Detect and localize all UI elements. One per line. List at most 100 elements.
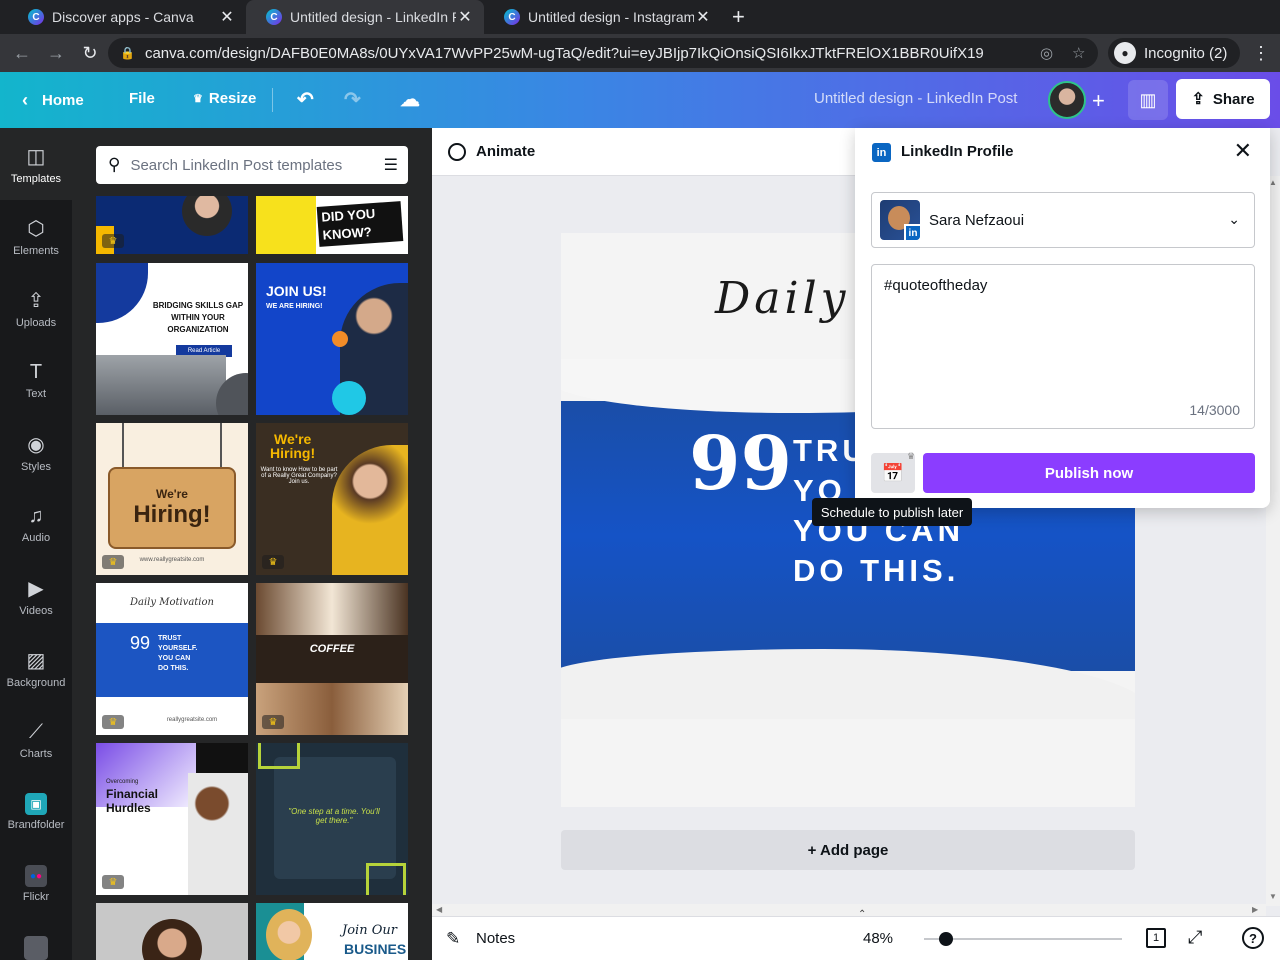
search-placeholder: Search LinkedIn Post templates (130, 156, 343, 174)
resize-button[interactable]: ♛ Resize (193, 90, 256, 107)
template-thumbnail[interactable]: Join Our BUSINES (256, 903, 408, 960)
rail-item-templates[interactable]: ◫ Templates (0, 128, 72, 200)
rope (220, 423, 222, 473)
account-name: Sara Nefzaoui (929, 211, 1025, 229)
template-text: BRIDGING SKILLS GAP (152, 301, 244, 310)
cloud-saved-icon[interactable]: ☁ (400, 87, 420, 112)
scroll-right-icon[interactable]: ▶ (1252, 905, 1258, 914)
template-thumbnail[interactable]: JOIN US! WE ARE HIRING! (256, 263, 408, 415)
file-menu-button[interactable]: File (129, 90, 155, 107)
scroll-left-icon[interactable]: ◀ (436, 905, 442, 914)
insights-chart-icon[interactable]: ▥ (1128, 80, 1168, 120)
fullscreen-icon[interactable]: ⤢ (1188, 927, 1202, 948)
browser-menu-icon[interactable]: ⋮ (1252, 43, 1270, 64)
browser-tab[interactable]: C Untitled design - Instagram ✕ (484, 0, 722, 34)
animate-button[interactable]: Animate (476, 143, 535, 160)
lime-bracket (366, 863, 406, 895)
brandfolder-icon: ▣ (25, 793, 47, 815)
bottom-bar: ✎ Notes ⌃ 48% 1 ⤢ ? (432, 909, 1280, 960)
scroll-down-icon[interactable]: ▼ (1269, 892, 1277, 901)
rail-item-brandfolder[interactable]: ▣ Brandfolder (0, 776, 72, 848)
filter-icon[interactable]: ☰ (384, 155, 398, 175)
rail-label: Uploads (15, 316, 57, 329)
scroll-up-icon[interactable]: ▲ (1269, 178, 1277, 187)
post-message-textarea[interactable]: #quoteoftheday 14/3000 (871, 264, 1255, 429)
url-text: canva.com/design/DAFB0E0MA8s/0UYxVA17WvP… (144, 44, 984, 62)
add-page-button[interactable]: + Add page (561, 830, 1135, 870)
notes-button[interactable]: Notes (476, 930, 515, 947)
linkedin-publish-panel: in LinkedIn Profile ✕ in Sara Nefzaoui ⌄… (855, 128, 1270, 508)
horizontal-scrollbar[interactable]: ◀ ▶ (432, 904, 1266, 916)
premium-crown-icon: ♛ (102, 234, 124, 248)
back-icon[interactable]: ← (6, 37, 38, 69)
template-thumbnail[interactable]: We're Hiring! www.reallygreatsite.com ♛ (96, 423, 248, 575)
rail-item-charts[interactable]: ⟋ Charts (0, 704, 72, 776)
add-collaborator-icon[interactable]: + (1092, 88, 1105, 114)
template-thumbnail[interactable]: DID YOU KNOW? (256, 196, 408, 254)
coffee-photo (256, 583, 408, 635)
rail-item-text[interactable]: T Text (0, 344, 72, 416)
template-thumbnail[interactable] (96, 903, 248, 960)
rail-item-audio[interactable]: ♫ Audio (0, 488, 72, 560)
more-apps-icon[interactable] (24, 936, 48, 960)
zoom-value[interactable]: 48% (863, 930, 893, 947)
rail-item-styles[interactable]: ◉ Styles (0, 416, 72, 488)
close-icon[interactable]: ✕ (1234, 138, 1252, 164)
new-tab-icon[interactable]: + (722, 0, 755, 34)
show-pages-chevron-icon[interactable]: ⌃ (858, 909, 866, 920)
template-thumbnail[interactable]: ♛ (96, 196, 248, 254)
reload-icon[interactable]: ↻ (74, 37, 106, 69)
undo-icon[interactable]: ↶ (297, 87, 314, 112)
zoom-slider-thumb[interactable] (939, 932, 954, 946)
chart-icon: ⟋ (29, 720, 43, 743)
template-text: COFFEE (309, 643, 355, 655)
browser-tab[interactable]: C Discover apps - Canva ✕ (8, 0, 246, 34)
animate-icon[interactable] (448, 142, 466, 161)
notes-icon[interactable]: ✎ (446, 929, 460, 949)
template-thumbnail[interactable]: BRIDGING SKILLS GAP WITHIN YOUR ORGANIZA… (96, 263, 248, 415)
share-button[interactable]: ⇪ Share (1176, 79, 1270, 119)
template-thumbnail[interactable]: COFFEE ♛ (256, 583, 408, 735)
template-text: Want to know How to be part of a Really … (260, 467, 338, 485)
user-avatar[interactable] (1048, 81, 1086, 119)
canva-favicon-icon: C (266, 9, 282, 25)
publish-now-button[interactable]: Publish now (923, 453, 1255, 493)
template-search-input[interactable]: ⚲ Search LinkedIn Post templates ☰ (96, 146, 408, 184)
template-thumbnail[interactable]: Overcoming Financial Hurdles ♛ (96, 743, 248, 895)
rail-item-flickr[interactable]: ● ● Flickr (0, 848, 72, 920)
template-text: Daily Motivation (130, 597, 214, 608)
template-text: TRUST (158, 635, 182, 642)
tab-title: Untitled design - LinkedIn P (290, 9, 456, 25)
templates-panel: ⚲ Search LinkedIn Post templates ☰ ♛ DID… (72, 128, 432, 960)
template-thumbnail[interactable]: We're Hiring! Want to know How to be par… (256, 423, 408, 575)
flickr-icon: ● ● (25, 865, 47, 887)
template-text: DO THIS. (158, 665, 189, 672)
document-title[interactable]: Untitled design - LinkedIn Post (814, 90, 1017, 107)
template-thumbnail[interactable]: "One step at a time. You'll get there." (256, 743, 408, 895)
rail-label: Elements (13, 244, 59, 257)
url-field[interactable]: 🔒 canva.com/design/DAFB0E0MA8s/0UYxVA17W… (108, 38, 1098, 68)
template-thumbnail[interactable]: Daily Motivation TRUST YOURSELF. YOU CAN… (96, 583, 248, 735)
browser-tab-active[interactable]: C Untitled design - LinkedIn P ✕ (246, 0, 484, 34)
forward-icon[interactable]: → (40, 37, 72, 69)
rail-item-uploads[interactable]: ⇪ Uploads (0, 272, 72, 344)
rail-label: Brandfolder (7, 819, 65, 831)
rail-item-background[interactable]: ▨ Background (0, 632, 72, 704)
rail-item-elements[interactable]: ⬡ Elements (0, 200, 72, 272)
home-button[interactable]: ‹ Home (22, 90, 84, 111)
rail-item-videos[interactable]: ▶ Videos (0, 560, 72, 632)
palette-icon: ◉ (27, 433, 45, 456)
help-icon[interactable]: ? (1242, 927, 1264, 949)
page-count-icon[interactable]: 1 (1146, 928, 1166, 948)
account-select[interactable]: in Sara Nefzaoui ⌄ (871, 192, 1255, 248)
canva-favicon-icon: C (504, 9, 520, 25)
close-tab-icon[interactable]: ✕ (694, 7, 712, 27)
schedule-button[interactable]: 📅 ♛ (871, 451, 915, 493)
bookmark-star-icon[interactable]: ☆ (1072, 44, 1085, 62)
incognito-badge[interactable]: ● Incognito (2) (1108, 38, 1240, 68)
close-tab-icon[interactable]: ✕ (218, 7, 236, 27)
zoom-slider[interactable] (924, 932, 1122, 946)
redo-icon[interactable]: ↷ (344, 87, 361, 112)
eye-off-icon[interactable]: ◎ (1040, 44, 1053, 62)
close-tab-icon[interactable]: ✕ (456, 7, 474, 27)
